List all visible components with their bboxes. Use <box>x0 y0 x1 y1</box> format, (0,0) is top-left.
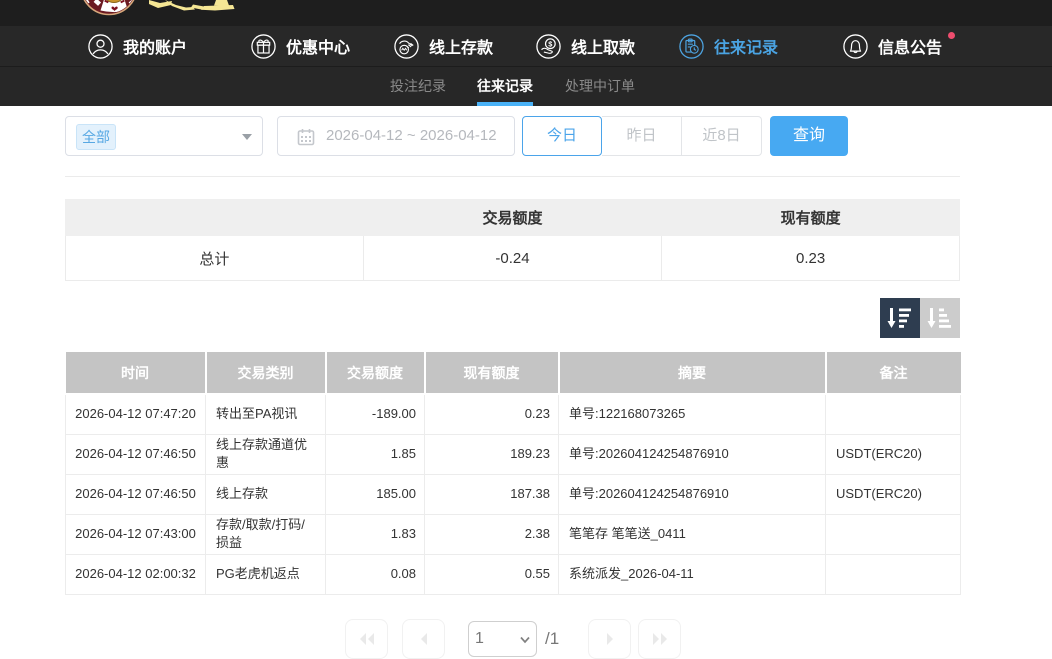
svg-text:$: $ <box>548 39 552 48</box>
